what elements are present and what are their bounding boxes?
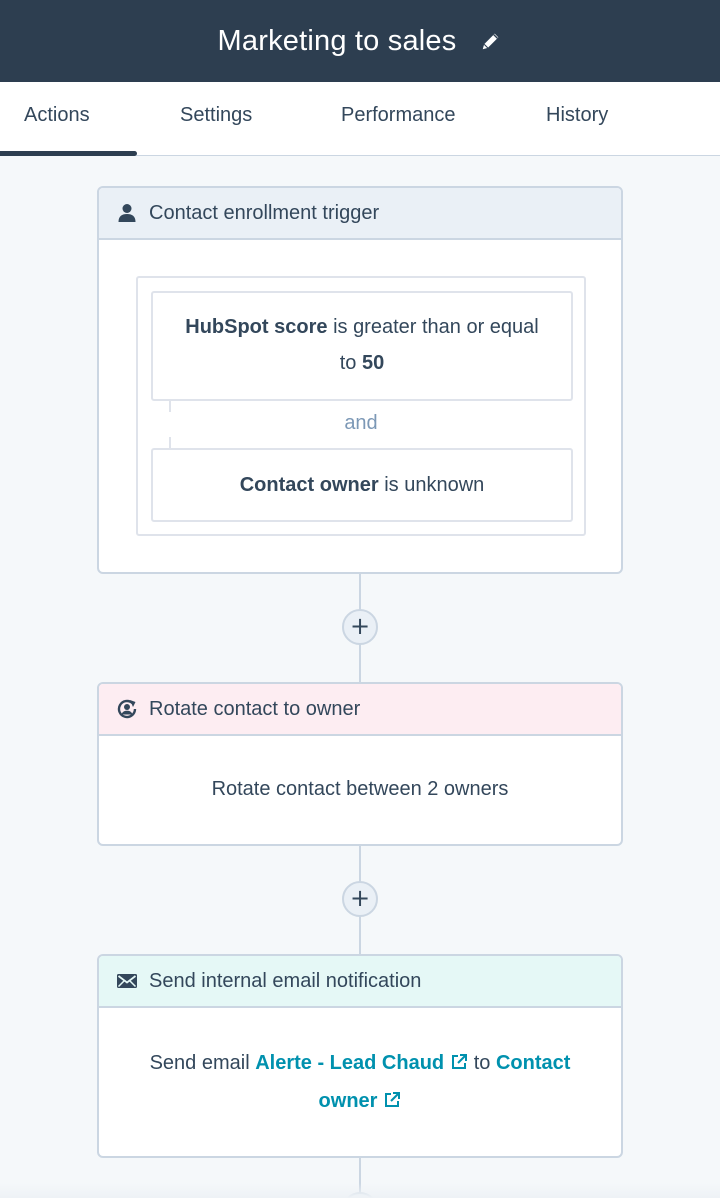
email-prefix: Send email bbox=[149, 1052, 250, 1074]
trigger-title: Contact enrollment trigger bbox=[149, 201, 380, 224]
tab-settings[interactable]: Settings bbox=[180, 104, 252, 127]
and-connector-line bbox=[169, 437, 171, 448]
workflow-title[interactable]: Marketing to sales bbox=[218, 25, 457, 58]
email-title: Send internal email notification bbox=[149, 969, 422, 992]
condition-connector: to bbox=[339, 352, 357, 374]
active-tab-indicator bbox=[0, 151, 137, 156]
trigger-header: Contact enrollment trigger bbox=[99, 188, 621, 240]
tab-performance[interactable]: Performance bbox=[341, 104, 456, 127]
rotate-contact-card[interactable]: Rotate contact to owner Rotate contact b… bbox=[97, 682, 623, 846]
tab-actions[interactable]: Actions bbox=[24, 104, 90, 127]
rotate-description: Rotate contact between 2 owners bbox=[211, 778, 509, 800]
condition-value: 50 bbox=[362, 352, 385, 374]
tab-history[interactable]: History bbox=[546, 104, 608, 127]
to-word: to bbox=[473, 1052, 491, 1074]
external-link-icon[interactable] bbox=[450, 1046, 468, 1069]
filter-condition[interactable]: Contact owner is unknown bbox=[151, 448, 573, 522]
workflow-header: Marketing to sales bbox=[0, 0, 720, 82]
email-header: Send internal email notification bbox=[99, 956, 621, 1008]
add-action-button[interactable]: + bbox=[342, 881, 378, 917]
envelope-icon bbox=[115, 969, 139, 993]
internal-email-card[interactable]: Send internal email notification Send em… bbox=[97, 954, 623, 1158]
person-icon bbox=[115, 201, 139, 225]
enrollment-trigger-card[interactable]: Contact enrollment trigger HubSpot score… bbox=[97, 186, 623, 574]
pencil-icon[interactable] bbox=[480, 30, 502, 52]
email-description: Send email Alerte - Lead Chaud to Contac… bbox=[99, 1008, 621, 1120]
and-connector-line bbox=[169, 401, 171, 412]
condition-operator: is greater than or equal bbox=[333, 316, 539, 338]
tab-bar: Actions Settings Performance History bbox=[0, 82, 720, 156]
rotate-title: Rotate contact to owner bbox=[149, 697, 361, 720]
rotate-owner-icon bbox=[115, 697, 139, 721]
condition-property: Contact owner bbox=[239, 474, 379, 496]
condition-property: HubSpot score bbox=[185, 316, 328, 338]
external-link-icon[interactable] bbox=[383, 1084, 401, 1107]
scroll-fade bbox=[0, 1183, 720, 1198]
rotate-header: Rotate contact to owner bbox=[99, 684, 621, 736]
recipient-link[interactable]: owner bbox=[319, 1090, 402, 1112]
condition-operator: is unknown bbox=[384, 474, 485, 496]
and-label: and bbox=[344, 412, 378, 434]
filter-condition[interactable]: HubSpot score is greater than or equal t… bbox=[151, 291, 573, 401]
add-action-button[interactable]: + bbox=[342, 609, 378, 645]
filter-group: HubSpot score is greater than or equal t… bbox=[136, 276, 586, 536]
email-template-link[interactable]: Alerte - Lead Chaud bbox=[255, 1052, 468, 1074]
recipient-link[interactable]: Contact bbox=[496, 1052, 570, 1074]
